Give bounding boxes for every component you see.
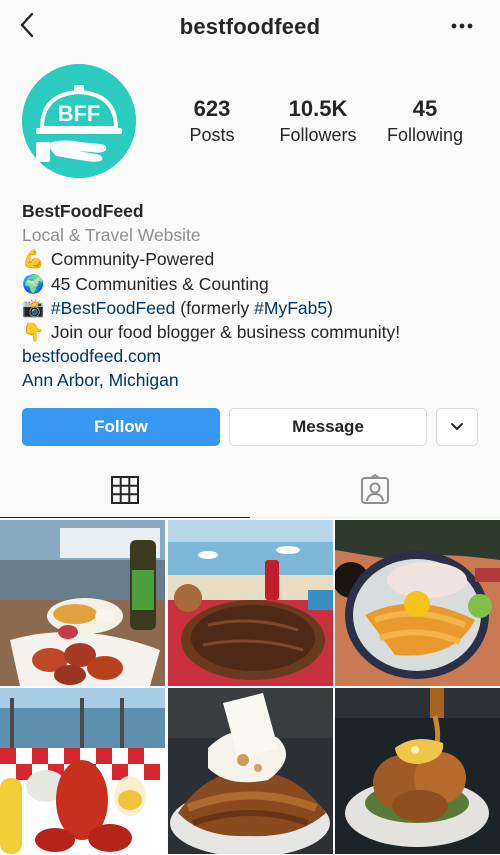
profile-tabs (0, 462, 500, 518)
grid-post-thumbnail[interactable] (168, 520, 333, 686)
follow-button[interactable]: Follow (22, 408, 220, 446)
bio-line: 👇 Join our food blogger & business commu… (22, 320, 492, 344)
following-count: 45 (412, 96, 438, 121)
more-options-icon[interactable] (448, 14, 476, 38)
message-button[interactable]: Message (229, 408, 427, 446)
following-label: Following (386, 125, 464, 145)
profile-location-link[interactable]: Ann Arbor, Michigan (22, 368, 492, 392)
grid-icon (111, 475, 139, 504)
back-arrow-icon[interactable] (14, 10, 42, 40)
following-stat[interactable]: 45 Following (370, 96, 480, 146)
tagged-icon (361, 473, 389, 504)
tab-posts-grid[interactable] (0, 462, 250, 518)
suggested-accounts-dropdown-button[interactable] (436, 408, 478, 446)
grid-post-thumbnail[interactable] (335, 520, 500, 686)
grid-post-thumbnail[interactable] (0, 520, 165, 686)
followers-count: 10.5K (288, 96, 348, 121)
pointing-down-emoji-icon: 👇 (22, 322, 45, 343)
globe-emoji-icon: 🌍 (22, 273, 45, 294)
hashtag-myfab5[interactable]: #MyFab5 (254, 298, 327, 318)
posts-count: 623 (193, 96, 231, 121)
posts-grid (0, 520, 500, 855)
posts-stat[interactable]: 623 Posts (157, 96, 267, 146)
profile-bio: BestFoodFeed Local & Travel Website 💪 Co… (22, 199, 492, 393)
bio-line: 🌍 45 Communities & Counting (22, 272, 492, 296)
bio-line: 📸 #BestFoodFeed (formerly #MyFab5) (22, 296, 492, 320)
flexed-bicep-emoji-icon: 💪 (22, 249, 45, 270)
profile-category: Local & Travel Website (22, 225, 201, 246)
avatar-logo-text: BFF (58, 101, 101, 126)
grid-post-thumbnail[interactable] (0, 688, 165, 854)
top-navigation-bar: bestfoodfeed (0, 0, 500, 52)
bio-line-text: 45 Communities & Counting (50, 273, 269, 294)
bio-line-text: ) (327, 297, 333, 318)
hashtag-bestfoodfeed[interactable]: #BestFoodFeed (51, 298, 176, 318)
chevron-down-icon (451, 423, 463, 430)
bio-line-text: Join our food blogger & business communi… (50, 322, 401, 343)
profile-avatar[interactable]: BFF (22, 64, 136, 178)
bio-line-text: Community-Powered (50, 249, 215, 270)
camera-flash-emoji-icon: 📸 (22, 297, 45, 318)
bio-line: 💪 Community-Powered (22, 247, 492, 271)
profile-display-name: BestFoodFeed (22, 201, 144, 221)
bio-line-text: (formerly (175, 297, 255, 318)
tab-tagged[interactable] (250, 462, 500, 518)
followers-stat[interactable]: 10.5K Followers (263, 96, 373, 146)
profile-website-link[interactable]: bestfoodfeed.com (22, 344, 492, 368)
grid-post-thumbnail[interactable] (168, 688, 333, 854)
profile-username-title: bestfoodfeed (179, 14, 321, 39)
posts-label: Posts (189, 125, 235, 145)
followers-label: Followers (279, 125, 357, 145)
grid-post-thumbnail[interactable] (335, 688, 500, 854)
